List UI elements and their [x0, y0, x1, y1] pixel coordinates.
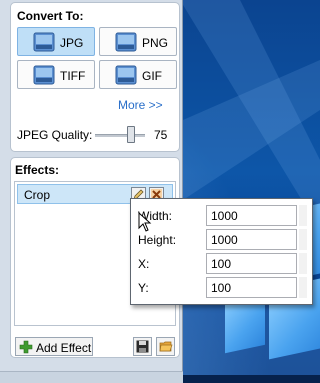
y-field[interactable] [206, 277, 297, 298]
format-button-png[interactable]: PNG [99, 27, 177, 56]
convert-to-title: Convert To: [17, 9, 84, 23]
format-label-jpg: JPG [60, 36, 84, 50]
format-button-jpg[interactable]: JPG [17, 27, 95, 56]
width-field[interactable] [206, 205, 297, 226]
taskbar-strip [183, 375, 320, 383]
format-button-tiff[interactable]: TIFF [17, 60, 95, 89]
tiff-file-icon [33, 65, 55, 85]
y-field-edge [299, 277, 307, 298]
height-label: Height: [138, 233, 177, 247]
save-effects-button[interactable] [133, 337, 152, 356]
jpeg-quality-label: JPEG Quality: [17, 128, 93, 142]
folder-icon [159, 341, 173, 352]
png-file-icon [115, 32, 137, 52]
height-field-edge [299, 229, 307, 250]
x-field[interactable] [206, 253, 297, 274]
open-effects-button[interactable] [156, 337, 175, 356]
width-field-edge [299, 205, 307, 226]
mouse-cursor-icon [138, 212, 152, 232]
crop-settings-popup: Width: Height: X: Y: [130, 198, 313, 305]
y-label: Y: [138, 281, 149, 295]
jpeg-quality-slider-thumb[interactable] [127, 126, 135, 143]
add-effect-label: Add Effect [36, 341, 92, 355]
jpg-file-icon [33, 32, 55, 52]
jpeg-quality-slider-track[interactable] [95, 134, 145, 137]
x-label: X: [138, 257, 150, 271]
gif-file-icon [115, 65, 137, 85]
x-field-edge [299, 253, 307, 274]
add-effect-button[interactable]: Add Effect [15, 337, 93, 356]
converter-app-window: Convert To: JPG PNG TIFF GIF More >> JPE… [0, 0, 183, 383]
save-disk-icon [136, 340, 149, 353]
convert-to-panel: Convert To: JPG PNG TIFF GIF More >> JPE… [10, 2, 180, 152]
format-label-gif: GIF [142, 69, 162, 83]
format-button-gif[interactable]: GIF [99, 60, 177, 89]
jpeg-quality-value: 75 [154, 128, 168, 142]
window-bottom-edge [0, 371, 183, 383]
effects-title: Effects: [15, 163, 60, 177]
height-field[interactable] [206, 229, 297, 250]
format-label-png: PNG [142, 36, 169, 50]
effect-name: Crop [24, 188, 51, 202]
more-formats-link[interactable]: More >> [118, 98, 163, 112]
format-label-tiff: TIFF [60, 69, 86, 83]
plus-icon [19, 340, 33, 354]
